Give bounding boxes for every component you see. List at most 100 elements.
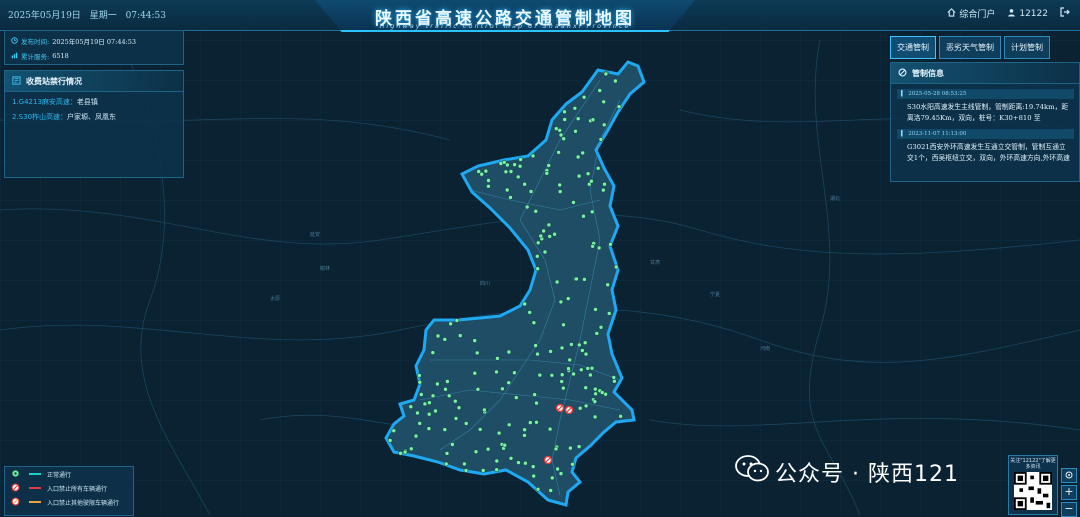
toll-station-marker[interactable] (454, 318, 460, 323)
toll-station-marker[interactable] (502, 442, 508, 448)
toll-station-marker[interactable] (558, 299, 564, 305)
logout-button[interactable] (1060, 7, 1070, 20)
toll-station-marker[interactable] (480, 468, 486, 473)
toll-station-marker[interactable] (605, 282, 611, 288)
toll-station-marker[interactable] (562, 109, 567, 115)
toll-station-marker[interactable] (548, 488, 554, 493)
toll-station-marker[interactable] (503, 169, 509, 175)
toll-station-marker[interactable] (568, 445, 573, 451)
tab-weather-control[interactable]: 恶劣天气管制 (939, 36, 1001, 59)
toll-station-marker[interactable] (443, 461, 449, 467)
toll-station-marker[interactable] (535, 351, 540, 357)
toll-station-marker[interactable] (611, 375, 617, 380)
toll-station-marker[interactable] (448, 321, 453, 327)
toll-station-marker[interactable] (571, 371, 576, 377)
toll-station-marker[interactable] (546, 222, 552, 228)
toll-station-marker[interactable] (477, 427, 483, 432)
user-menu[interactable]: 12122 (1007, 8, 1048, 20)
toll-station-marker[interactable] (567, 357, 573, 363)
toll-station-marker[interactable] (589, 209, 595, 215)
toll-station-marker[interactable] (547, 426, 553, 432)
toll-station-marker[interactable] (442, 337, 448, 342)
closure-marker[interactable] (564, 405, 574, 415)
toll-station-marker[interactable] (592, 386, 598, 392)
toll-station-marker[interactable] (427, 400, 432, 406)
toll-station-marker[interactable] (593, 307, 598, 312)
toll-station-marker[interactable] (534, 400, 539, 406)
toll-station-marker[interactable] (527, 310, 533, 315)
toll-station-marker[interactable] (613, 264, 619, 270)
toll-station-marker[interactable] (515, 174, 521, 180)
toll-station-marker[interactable] (417, 379, 423, 385)
toll-station-marker[interactable] (538, 233, 544, 239)
toll-station-marker[interactable] (555, 466, 560, 472)
toll-station-marker[interactable] (442, 427, 448, 432)
toll-station-marker[interactable] (430, 350, 436, 355)
toll-station-marker[interactable] (583, 385, 589, 391)
control-item[interactable]: ▍ 2025-05-28 08:53:25 S30水阳高速发生主线管制，管制距离… (897, 89, 1074, 124)
toll-station-marker[interactable] (387, 438, 393, 443)
toll-station-marker[interactable] (553, 446, 559, 452)
toll-station-marker[interactable] (559, 345, 565, 351)
toll-station-marker[interactable] (571, 200, 576, 205)
toll-station-marker[interactable] (528, 189, 534, 194)
toll-station-marker[interactable] (534, 253, 540, 259)
toll-station-marker[interactable] (474, 350, 480, 356)
toll-item[interactable]: 1.G4213麻安高速：老县镇 (12, 97, 183, 107)
toll-station-marker[interactable] (504, 187, 510, 193)
toll-station-marker[interactable] (522, 427, 527, 433)
toll-station-marker[interactable] (501, 160, 507, 165)
toll-station-marker[interactable] (582, 277, 587, 282)
toll-station-marker[interactable] (577, 405, 583, 411)
toll-station-marker[interactable] (496, 430, 502, 436)
toll-station-marker[interactable] (561, 136, 567, 141)
toll-station-marker[interactable] (603, 71, 609, 77)
toll-station-marker[interactable] (483, 168, 489, 174)
tab-traffic-control[interactable]: 交通管制 (890, 36, 936, 59)
toll-station-marker[interactable] (541, 228, 546, 234)
toll-station-marker[interactable] (453, 416, 459, 421)
toll-station-marker[interactable] (598, 324, 604, 330)
toll-station-marker[interactable] (553, 126, 559, 131)
toll-station-marker[interactable] (559, 372, 565, 378)
toll-station-marker[interactable] (593, 391, 598, 397)
toll-station-marker[interactable] (533, 343, 538, 348)
control-item[interactable]: ▍ 2023-11-07 11:13:00 G3021西安外环高速发生互通立交管… (897, 129, 1074, 164)
toll-station-marker[interactable] (590, 117, 596, 122)
toll-station-marker[interactable] (522, 301, 528, 307)
toll-station-marker[interactable] (418, 392, 424, 397)
toll-station-marker[interactable] (479, 171, 485, 177)
toll-station-marker[interactable] (548, 349, 553, 354)
toll-station-marker[interactable] (572, 106, 578, 111)
toll-station-marker[interactable] (522, 433, 527, 438)
toll-station-marker[interactable] (583, 351, 589, 357)
toll-station-marker[interactable] (512, 162, 517, 167)
toll-station-marker[interactable] (485, 446, 491, 452)
toll-station-marker[interactable] (472, 338, 478, 343)
toll-station-marker[interactable] (556, 150, 561, 155)
toll-station-marker[interactable] (518, 157, 523, 162)
toll-station-marker[interactable] (573, 129, 578, 134)
toll-station-marker[interactable] (602, 181, 607, 187)
toll-station-marker[interactable] (588, 372, 593, 378)
toll-station-marker[interactable] (433, 408, 438, 414)
toll-station-marker[interactable] (435, 381, 440, 387)
toll-station-marker[interactable] (417, 421, 423, 426)
toll-station-marker[interactable] (517, 163, 523, 169)
toll-station-marker[interactable] (592, 399, 598, 404)
toll-station-marker[interactable] (616, 104, 622, 109)
toll-station-marker[interactable] (531, 473, 537, 479)
toll-station-marker[interactable] (558, 132, 564, 138)
toll-station-marker[interactable] (570, 461, 575, 467)
toll-station-marker[interactable] (508, 195, 513, 200)
toll-station-marker[interactable] (613, 78, 618, 84)
toll-station-marker[interactable] (446, 393, 452, 399)
toll-station-marker[interactable] (559, 379, 565, 384)
toll-station-marker[interactable] (592, 414, 598, 420)
toll-station-marker[interactable] (500, 386, 505, 392)
toll-station-marker[interactable] (596, 245, 602, 251)
toll-station-marker[interactable] (608, 242, 613, 247)
toll-station-marker[interactable] (598, 137, 604, 142)
tab-planned-control[interactable]: 计划管制 (1004, 36, 1050, 59)
toll-item[interactable]: 2.S30柞山高速：户家塬、凤凰东 (12, 112, 183, 122)
